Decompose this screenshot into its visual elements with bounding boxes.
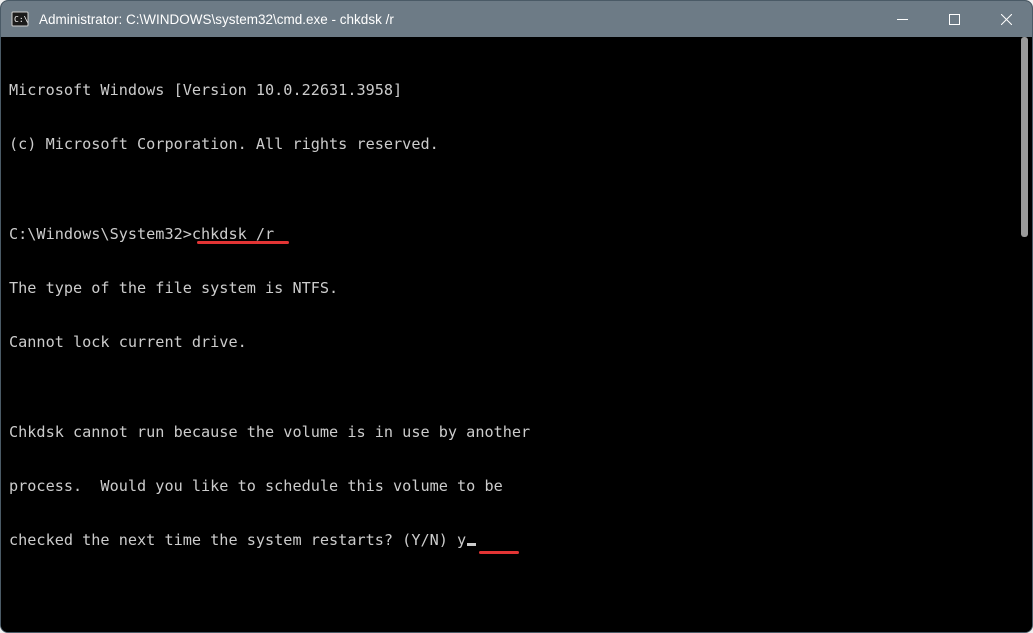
- prompt-path: C:\Windows\System32>: [9, 225, 192, 243]
- output-line: Chkdsk cannot run because the volume is …: [9, 423, 1011, 441]
- window-title: Administrator: C:\WINDOWS\system32\cmd.e…: [39, 12, 876, 27]
- cmd-icon: C:\: [11, 10, 29, 28]
- scrollbar-thumb[interactable]: [1021, 37, 1028, 237]
- prompt-line: C:\Windows\System32>chkdsk /r: [9, 225, 1011, 243]
- vertical-scrollbar[interactable]: [1011, 37, 1028, 632]
- text-cursor: [467, 543, 476, 546]
- output-line: process. Would you like to schedule this…: [9, 477, 1011, 495]
- user-answer: y: [457, 531, 466, 549]
- minimize-button[interactable]: [876, 1, 928, 37]
- terminal-output[interactable]: Microsoft Windows [Version 10.0.22631.39…: [1, 37, 1011, 632]
- window-controls: [876, 1, 1032, 37]
- svg-text:C:\: C:\: [14, 15, 29, 24]
- output-line: Microsoft Windows [Version 10.0.22631.39…: [9, 81, 1011, 99]
- output-line: (c) Microsoft Corporation. All rights re…: [9, 135, 1011, 153]
- cmd-window: C:\ Administrator: C:\WINDOWS\system32\c…: [0, 0, 1033, 633]
- annotation-underline: [197, 241, 289, 244]
- close-button[interactable]: [980, 1, 1032, 37]
- output-line: The type of the file system is NTFS.: [9, 279, 1011, 297]
- annotation-underline: [479, 551, 519, 554]
- output-line: Cannot lock current drive.: [9, 333, 1011, 351]
- maximize-button[interactable]: [928, 1, 980, 37]
- prompt-answer-line: checked the next time the system restart…: [9, 531, 1011, 549]
- content-area: Microsoft Windows [Version 10.0.22631.39…: [1, 37, 1032, 632]
- output-text: checked the next time the system restart…: [9, 531, 457, 549]
- titlebar[interactable]: C:\ Administrator: C:\WINDOWS\system32\c…: [1, 1, 1032, 37]
